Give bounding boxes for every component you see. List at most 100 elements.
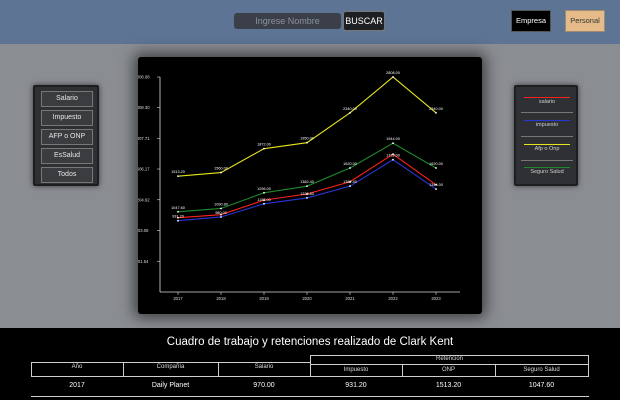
group-header-retencion: Retencion bbox=[435, 356, 464, 362]
y-tick-label: 2408.30 bbox=[138, 105, 150, 110]
filter-todos-button[interactable]: Todos bbox=[41, 167, 93, 183]
data-point bbox=[263, 202, 265, 205]
divider bbox=[31, 396, 589, 397]
data-point bbox=[349, 167, 351, 169]
column-header-onp: ONP bbox=[441, 367, 455, 373]
legend-item-impuesto[interactable]: impuesto bbox=[521, 119, 573, 133]
data-point bbox=[349, 185, 351, 188]
search-button[interactable]: BUSCAR bbox=[343, 11, 385, 31]
data-label: 2808.00 bbox=[386, 71, 400, 75]
data-point bbox=[220, 171, 222, 174]
filter-salario-button[interactable]: Salario bbox=[41, 91, 93, 107]
y-tick-label: 803.08 bbox=[138, 228, 149, 233]
legend-label: impuesto bbox=[535, 122, 559, 128]
y-tick-label: 2007.71 bbox=[138, 136, 150, 141]
column-header-impuesto: Impuesto bbox=[343, 367, 369, 373]
data-point bbox=[392, 142, 394, 145]
x-tick-label: 2019 bbox=[259, 296, 269, 301]
data-point bbox=[220, 207, 222, 210]
data-point bbox=[263, 191, 265, 194]
filter-afp-onp-button[interactable]: AFP o ONP bbox=[41, 129, 93, 145]
legend-swatch bbox=[524, 144, 570, 145]
divider bbox=[521, 136, 573, 137]
legend-swatch bbox=[524, 120, 570, 121]
data-label: 1228.80 bbox=[300, 192, 314, 196]
filter-essalud-button[interactable]: EsSalud bbox=[41, 148, 93, 164]
divider bbox=[521, 112, 573, 113]
data-label: 2340.00 bbox=[429, 107, 443, 111]
data-point bbox=[177, 210, 179, 213]
series-line-afp-o-onp bbox=[177, 76, 437, 177]
data-label: 1047.60 bbox=[171, 206, 185, 210]
legend-swatch bbox=[524, 167, 570, 168]
divider bbox=[31, 362, 310, 363]
data-point bbox=[177, 175, 179, 178]
legend-item-afp-onp[interactable]: Afp o Onp bbox=[521, 143, 573, 157]
divider bbox=[31, 376, 589, 377]
legend-label: salario bbox=[538, 99, 556, 105]
x-tick-label: 2022 bbox=[388, 296, 398, 301]
data-label: 1344.00 bbox=[429, 183, 443, 187]
x-tick-label: 2023 bbox=[431, 296, 441, 301]
data-point bbox=[306, 141, 308, 144]
data-point bbox=[435, 188, 437, 190]
legend-label: Afp o Onp bbox=[534, 146, 560, 152]
retention-table-section: Cuadro de trabajo y retenciones realizad… bbox=[0, 328, 620, 400]
data-point bbox=[435, 111, 437, 114]
data-point bbox=[220, 216, 222, 218]
data-point bbox=[263, 147, 265, 150]
y-tick-label: 401.54 bbox=[138, 259, 149, 264]
column-header-seguro-salud: Seguro Salud bbox=[523, 367, 560, 373]
line-chart: 2808.08 2408.30 2007.71 1606.17 1204.62 803.0… bbox=[138, 71, 460, 301]
search-input[interactable] bbox=[234, 13, 341, 29]
data-label: 1620.00 bbox=[429, 162, 443, 166]
data-label: 1950.00 bbox=[300, 137, 314, 141]
legend-label: Seguro Salud bbox=[530, 169, 564, 175]
table-title: Cuadro de trabajo y retenciones realizad… bbox=[166, 336, 454, 348]
data-label: 1560.00 bbox=[214, 167, 228, 171]
y-tick-label: 1606.17 bbox=[138, 167, 150, 172]
data-label: 1382.40 bbox=[343, 180, 357, 184]
data-point bbox=[177, 219, 179, 222]
y-tick-label: 2808.08 bbox=[138, 75, 150, 80]
data-label: 2340.00 bbox=[343, 107, 357, 111]
table-cell: Daily Planet bbox=[151, 382, 190, 389]
data-label: 1872.00 bbox=[257, 143, 271, 147]
data-label: 1728.00 bbox=[386, 154, 400, 158]
data-label: 1944.00 bbox=[386, 137, 400, 141]
y-tick-label: 1204.62 bbox=[138, 197, 150, 202]
column-header-compania: Compañía bbox=[156, 364, 185, 370]
data-label: 1296.00 bbox=[257, 187, 271, 191]
data-label: 1382.40 bbox=[300, 180, 314, 184]
divider bbox=[521, 160, 573, 161]
data-label: 1090.80 bbox=[214, 202, 228, 206]
table-cell: 970.00 bbox=[253, 382, 275, 389]
divider bbox=[310, 364, 589, 365]
data-label: 1513.20 bbox=[171, 170, 185, 174]
data-label: 1620.00 bbox=[343, 162, 357, 166]
empresa-button[interactable]: Empresa bbox=[511, 10, 551, 32]
table-cell: 931.20 bbox=[345, 382, 367, 389]
legend-item-salario[interactable]: salario bbox=[521, 96, 573, 110]
data-point bbox=[392, 158, 394, 161]
personal-button[interactable]: Personal bbox=[565, 10, 605, 32]
legend-panel: salario impuesto Afp o Onp Seguro Salud bbox=[514, 85, 578, 186]
data-label: 1152.00 bbox=[257, 198, 270, 202]
x-tick-label: 2018 bbox=[216, 296, 226, 301]
data-label: 931.20 bbox=[172, 215, 184, 219]
data-point bbox=[306, 185, 308, 188]
table-cell: 1047.60 bbox=[528, 382, 555, 389]
data-point bbox=[435, 167, 437, 169]
legend-item-seguro-salud[interactable]: Seguro Salud bbox=[521, 166, 573, 180]
chart-panel: 2808.08 2408.30 2007.71 1606.17 1204.62 803.0… bbox=[138, 57, 482, 314]
x-tick-label: 2020 bbox=[302, 296, 312, 301]
column-header-salario: Salario bbox=[254, 364, 274, 370]
data-point bbox=[306, 197, 308, 199]
table-cell: 1513.20 bbox=[435, 382, 462, 389]
top-bar: BUSCAR Empresa Personal bbox=[0, 0, 620, 44]
x-tick-label: 2017 bbox=[173, 296, 183, 301]
filter-panel: Salario Impuesto AFP o ONP EsSalud Todos bbox=[33, 85, 99, 186]
table-cell: 2017 bbox=[69, 382, 85, 389]
legend-swatch bbox=[524, 97, 570, 98]
filter-impuesto-button[interactable]: Impuesto bbox=[41, 110, 93, 126]
